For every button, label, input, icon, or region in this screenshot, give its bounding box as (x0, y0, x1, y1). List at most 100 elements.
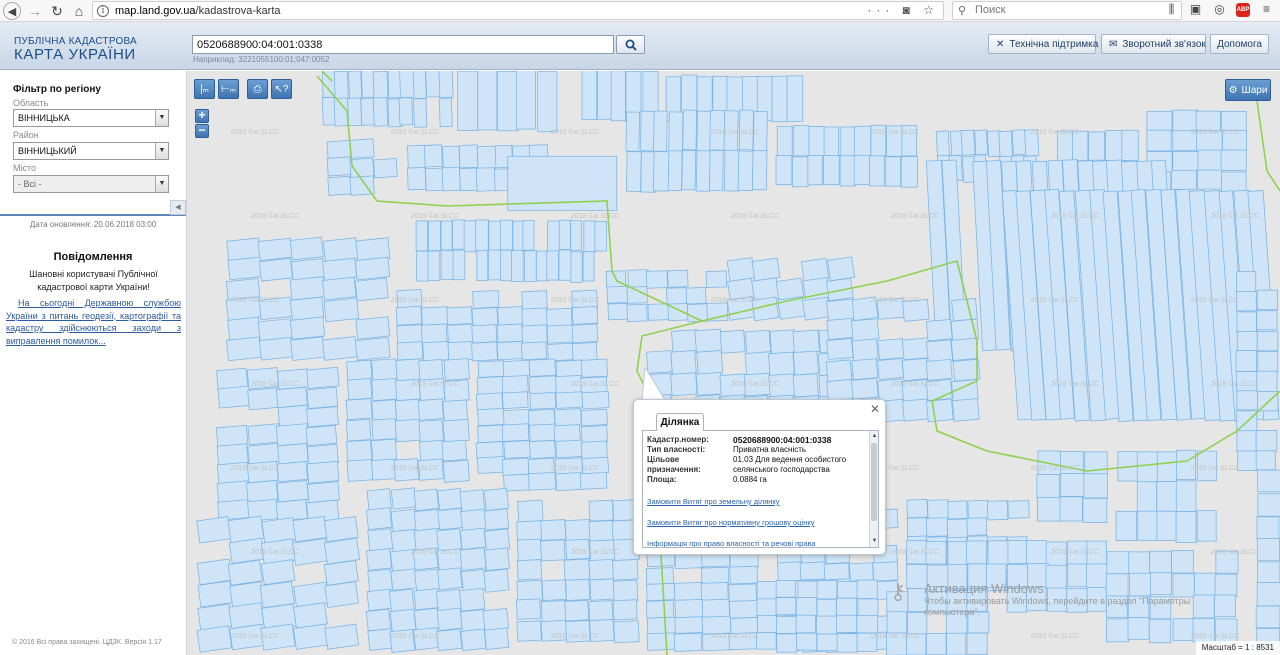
ownership-info-link[interactable]: Інформація про право власності та речові… (647, 539, 869, 547)
land-parcel[interactable] (418, 358, 444, 383)
land-parcel[interactable] (289, 276, 326, 301)
land-parcel[interactable] (367, 568, 394, 593)
land-parcel[interactable] (1221, 171, 1247, 193)
land-parcel[interactable] (396, 341, 424, 361)
land-parcel[interactable] (458, 144, 479, 169)
land-parcel[interactable] (440, 250, 454, 281)
land-parcel[interactable] (1195, 110, 1221, 132)
land-parcel[interactable] (925, 318, 953, 342)
reload-icon[interactable]: ↻ (48, 2, 66, 20)
land-parcel[interactable] (1214, 573, 1238, 597)
land-parcel[interactable] (390, 508, 418, 532)
land-parcel[interactable] (484, 627, 510, 650)
land-parcel[interactable] (1007, 540, 1030, 564)
land-parcel[interactable] (477, 360, 505, 378)
land-parcel[interactable] (839, 155, 856, 187)
land-parcel[interactable] (516, 538, 543, 562)
land-parcel[interactable] (346, 377, 373, 401)
land-parcel[interactable] (333, 71, 349, 100)
land-parcel[interactable] (521, 290, 548, 311)
land-parcel[interactable] (1175, 511, 1197, 543)
land-parcel[interactable] (546, 324, 574, 344)
land-parcel[interactable] (607, 302, 628, 321)
back-icon[interactable]: ◀ (3, 2, 21, 20)
land-parcel[interactable] (435, 588, 462, 612)
land-parcel[interactable] (950, 337, 979, 361)
land-parcel[interactable] (670, 372, 698, 397)
land-parcel[interactable] (1146, 129, 1172, 152)
land-parcel[interactable] (471, 341, 498, 362)
land-parcel[interactable] (582, 251, 595, 282)
land-parcel[interactable] (516, 520, 543, 542)
land-parcel[interactable] (670, 350, 697, 375)
land-parcel[interactable] (682, 109, 698, 151)
land-parcel[interactable] (394, 418, 422, 443)
land-parcel[interactable] (1256, 289, 1278, 311)
land-parcel[interactable] (306, 366, 340, 390)
land-parcel[interactable] (1136, 481, 1158, 514)
land-parcel[interactable] (275, 386, 308, 408)
land-parcel[interactable] (674, 598, 704, 619)
land-parcel[interactable] (345, 418, 372, 442)
land-parcel[interactable] (886, 611, 907, 634)
land-parcel[interactable] (951, 298, 978, 322)
land-parcel[interactable] (583, 220, 597, 253)
land-parcel[interactable] (483, 508, 510, 531)
land-parcel[interactable] (1220, 149, 1247, 171)
cadastral-search-button[interactable] (616, 35, 645, 54)
land-parcel[interactable] (394, 398, 422, 422)
land-parcel[interactable] (974, 129, 989, 156)
land-parcel[interactable] (1237, 450, 1259, 471)
land-parcel[interactable] (626, 286, 648, 304)
layers-button[interactable]: ⚙ Шари (1225, 79, 1271, 101)
land-parcel[interactable] (227, 256, 263, 281)
land-parcel[interactable] (416, 250, 429, 282)
land-parcel[interactable] (850, 318, 880, 342)
land-parcel[interactable] (425, 167, 444, 192)
land-parcel[interactable] (196, 516, 232, 544)
land-parcel[interactable] (293, 623, 329, 650)
land-parcel[interactable] (487, 249, 502, 281)
land-parcel[interactable] (501, 457, 530, 476)
land-parcel[interactable] (1214, 594, 1236, 618)
sidebar-icon[interactable]: ▣ (1188, 2, 1203, 17)
land-parcel[interactable] (901, 357, 930, 382)
land-parcel[interactable] (496, 323, 524, 343)
land-parcel[interactable] (606, 285, 629, 304)
land-parcel[interactable] (475, 167, 496, 192)
tab-parcel[interactable]: Ділянка (656, 413, 704, 431)
land-parcel[interactable] (816, 615, 838, 635)
land-parcel[interactable] (407, 144, 427, 170)
land-parcel[interactable] (1236, 430, 1257, 452)
land-parcel[interactable] (564, 519, 591, 542)
land-parcel[interactable] (460, 628, 487, 652)
land-parcel[interactable] (482, 607, 510, 631)
region-select[interactable]: ВІННИЦЬКА ▼ (13, 109, 169, 127)
land-parcel[interactable] (276, 480, 309, 503)
land-parcel[interactable] (541, 579, 567, 602)
land-parcel[interactable] (420, 323, 448, 344)
land-parcel[interactable] (579, 472, 608, 490)
land-parcel[interactable] (580, 408, 608, 427)
land-parcel[interactable] (594, 221, 608, 252)
land-parcel[interactable] (388, 588, 415, 612)
city-select[interactable]: - Всі - ▼ (13, 175, 169, 193)
land-parcel[interactable] (925, 358, 953, 381)
land-parcel[interactable] (398, 97, 414, 126)
land-parcel[interactable] (289, 316, 326, 340)
land-parcel[interactable] (668, 111, 684, 154)
land-parcel[interactable] (857, 598, 879, 617)
land-parcel[interactable] (1088, 131, 1105, 162)
land-parcel[interactable] (477, 71, 498, 131)
land-parcel[interactable] (851, 377, 879, 400)
land-parcel[interactable] (673, 632, 703, 652)
land-parcel[interactable] (1127, 617, 1150, 640)
land-parcel[interactable] (476, 456, 506, 474)
land-parcel[interactable] (987, 540, 1010, 566)
land-parcel[interactable] (413, 508, 441, 532)
land-parcel[interactable] (260, 559, 296, 586)
cadastral-search-input[interactable] (192, 35, 614, 54)
land-parcel[interactable] (463, 220, 477, 253)
url-text[interactable]: map.land.gov.ua/kadastrova-karta (115, 5, 281, 17)
land-parcel[interactable] (365, 507, 393, 531)
